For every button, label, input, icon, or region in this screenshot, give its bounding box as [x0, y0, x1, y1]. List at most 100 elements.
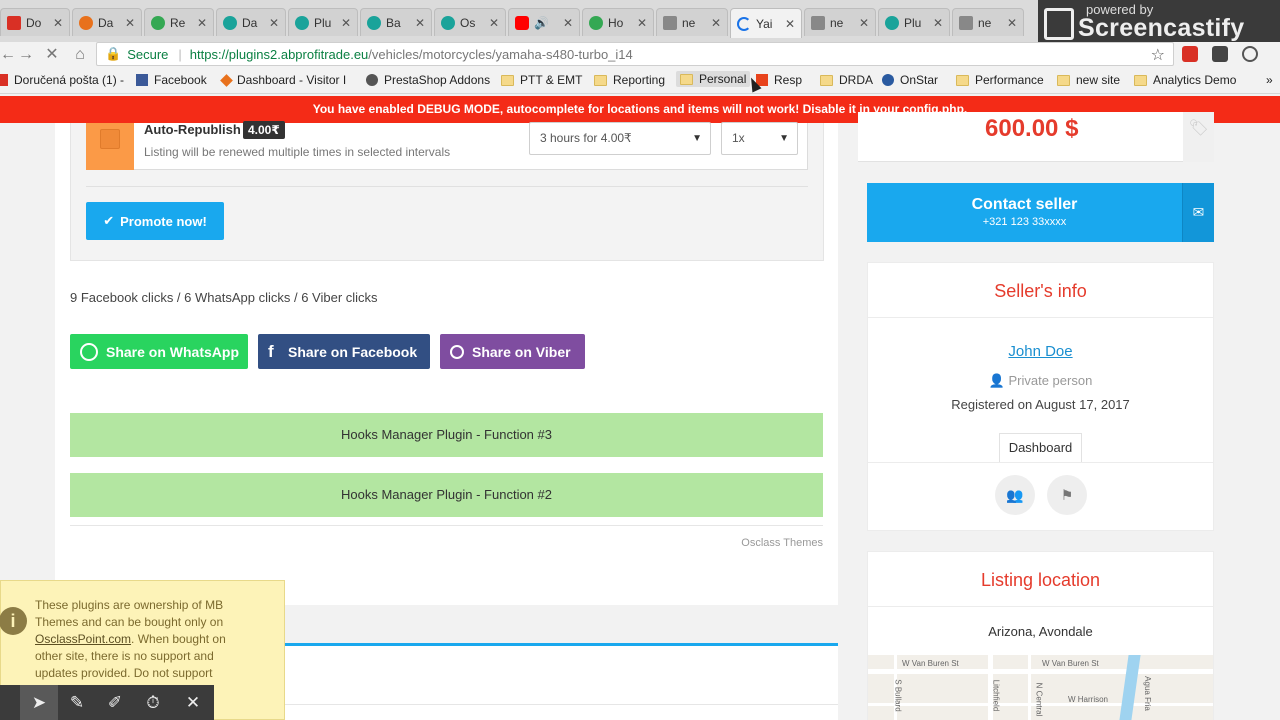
tab-label: Ba — [386, 15, 401, 30]
tab-close-icon[interactable]: ✕ — [411, 16, 425, 30]
share-facebook-button[interactable]: f Share on Facebook — [258, 334, 430, 369]
stop-loading-icon[interactable]: ✕ — [42, 45, 62, 65]
bookmarks-overflow-icon[interactable]: » — [1266, 73, 1273, 87]
theme-credit[interactable]: Osclass Themes — [741, 537, 823, 549]
osclasspoint-link[interactable]: OsclassPoint.com — [35, 632, 131, 646]
tab-close-icon[interactable]: ✕ — [121, 16, 135, 30]
promote-button-label: Promote now! — [120, 213, 207, 229]
bookmark-item[interactable]: Facebook — [136, 73, 207, 87]
tab-close-icon[interactable]: ✕ — [1003, 16, 1017, 30]
contact-seller-button[interactable]: Contact seller +321 123 33xxxx ✉ — [867, 183, 1214, 242]
tab-favicon — [223, 15, 237, 30]
location-map[interactable]: W Van Buren St W Van Buren St Agua Fria … — [868, 655, 1213, 720]
repeat-select[interactable]: 1x ▼ — [721, 122, 798, 155]
browser-tab[interactable]: Re ✕ — [144, 8, 214, 36]
eraser-tool-icon[interactable]: ✐ — [96, 685, 134, 720]
browser-tab[interactable]: Do ✕ — [0, 8, 70, 36]
extension-icon[interactable] — [1212, 46, 1228, 62]
browser-tab[interactable]: Da ✕ — [216, 8, 286, 36]
tab-close-icon[interactable]: ✕ — [781, 17, 795, 31]
browser-tab[interactable]: Plu ✕ — [878, 8, 950, 36]
envelope-icon[interactable]: ✉ — [1182, 183, 1214, 242]
toolbar-handle-icon[interactable]: ▌ — [0, 685, 6, 720]
forward-icon[interactable]: → — [16, 45, 36, 65]
flag-icon[interactable]: ⚑ — [1047, 475, 1087, 515]
tab-close-icon[interactable]: ✕ — [49, 16, 63, 30]
tab-label: Plu — [904, 15, 922, 30]
browser-tab[interactable]: ne ✕ — [656, 8, 728, 36]
bookmark-folder[interactable]: PTT & EMT — [501, 73, 582, 87]
bookmark-folder[interactable]: Reporting — [594, 73, 665, 87]
gmail-icon — [0, 74, 8, 86]
map-road — [868, 669, 1213, 674]
tab-close-icon[interactable]: ✕ — [337, 16, 351, 30]
browser-tab[interactable]: ne ✕ — [804, 8, 876, 36]
promotion-checkbox[interactable] — [100, 129, 120, 149]
extension-record-icon[interactable] — [1182, 46, 1198, 62]
bookmark-label: Reporting — [613, 73, 666, 87]
bookmark-star-icon[interactable]: ☆ — [1151, 45, 1165, 65]
seller-registered: Registered on August 17, 2017 — [951, 397, 1130, 412]
tab-close-icon[interactable]: ✕ — [929, 16, 943, 30]
tab-label: Da — [242, 15, 258, 30]
browser-tab-active[interactable]: Yai ✕ — [730, 8, 802, 38]
browser-tab[interactable]: ne ✕ — [952, 8, 1024, 36]
bookmark-folder[interactable]: new site — [1057, 73, 1120, 87]
promotion-description: Listing will be renewed multiple times i… — [144, 145, 451, 159]
tab-favicon — [7, 15, 21, 30]
bookmark-label: DRDA — [839, 73, 874, 87]
lock-icon: 🔒 — [105, 46, 122, 61]
seller-name-link[interactable]: John Doe — [867, 343, 1214, 360]
tab-close-icon[interactable]: ✕ — [855, 16, 869, 30]
url-bar[interactable]: 🔒 Secure | https://plugins2.abprofitrade… — [96, 42, 1174, 66]
browser-tab[interactable]: Ba ✕ — [360, 8, 432, 36]
users-icon[interactable]: 👥 — [995, 475, 1035, 515]
bookmark-label: OnStar — [900, 73, 939, 87]
browser-tab[interactable]: Plu ✕ — [288, 8, 358, 36]
interval-select-value: 3 hours for 4.00₹ — [540, 131, 632, 145]
share-viber-button[interactable]: Share on Viber — [440, 334, 585, 369]
tab-close-icon[interactable]: ✕ — [485, 16, 499, 30]
bookmark-item[interactable]: Doručená pošta (1) - — [0, 73, 124, 87]
bookmark-item[interactable]: OnStar — [882, 73, 938, 87]
folder-icon — [1134, 74, 1147, 86]
tab-close-icon[interactable]: ✕ — [633, 16, 647, 30]
pointer-tool-icon[interactable]: ➤ — [20, 685, 58, 720]
chevron-down-icon: ▼ — [779, 133, 789, 144]
tab-dashboard[interactable]: Dashboard — [999, 433, 1082, 462]
timer-tool-icon[interactable]: ⏱ — [134, 685, 172, 720]
tab-close-icon[interactable]: ✕ — [193, 16, 207, 30]
bookmark-label: PTT & EMT — [520, 73, 583, 87]
bookmark-folder-hover[interactable]: Personal — [676, 71, 751, 87]
bookmark-folder[interactable]: DRDA — [820, 73, 873, 87]
bookmark-folder[interactable]: Analytics Demo — [1134, 73, 1236, 87]
promotion-checkbox-area[interactable] — [86, 123, 134, 170]
tab-close-icon[interactable]: ✕ — [265, 16, 279, 30]
folder-icon — [680, 73, 693, 85]
bookmark-item[interactable]: Dashboard - Visitor I — [220, 73, 346, 87]
extension-gauge-icon[interactable] — [1242, 46, 1258, 62]
share-whatsapp-button[interactable]: Share on WhatsApp — [70, 334, 248, 369]
browser-tab[interactable]: Os ✕ — [434, 8, 506, 36]
audio-icon: 🔊 — [534, 15, 549, 30]
tab-close-icon[interactable]: ✕ — [559, 16, 573, 30]
bookmark-folder[interactable]: Performance — [956, 73, 1044, 87]
browser-tab[interactable]: 🔊 ✕ — [508, 8, 580, 36]
tab-favicon — [295, 15, 309, 30]
browser-tab[interactable]: Da ✕ — [72, 8, 142, 36]
checkmark-icon: ✔ — [103, 213, 115, 228]
location-city: Arizona, Avondale — [988, 624, 1093, 639]
divider — [86, 186, 808, 187]
bookmark-item[interactable]: PrestaShop Addons — [366, 73, 490, 87]
tab-favicon — [885, 15, 899, 30]
map-label: W Van Buren St — [902, 659, 959, 668]
promote-now-button[interactable]: ✔ Promote now! — [86, 202, 224, 240]
seller-type-label: Private person — [1008, 373, 1093, 388]
browser-tab[interactable]: Ho ✕ — [582, 8, 654, 36]
interval-select[interactable]: 3 hours for 4.00₹ ▼ — [529, 122, 711, 155]
close-toolbar-icon[interactable]: ✕ — [174, 685, 212, 720]
tab-close-icon[interactable]: ✕ — [707, 16, 721, 30]
bookmark-item[interactable]: Resp — [756, 73, 802, 87]
pen-tool-icon[interactable]: ✎ — [58, 685, 96, 720]
home-icon[interactable]: ⌂ — [70, 45, 90, 65]
